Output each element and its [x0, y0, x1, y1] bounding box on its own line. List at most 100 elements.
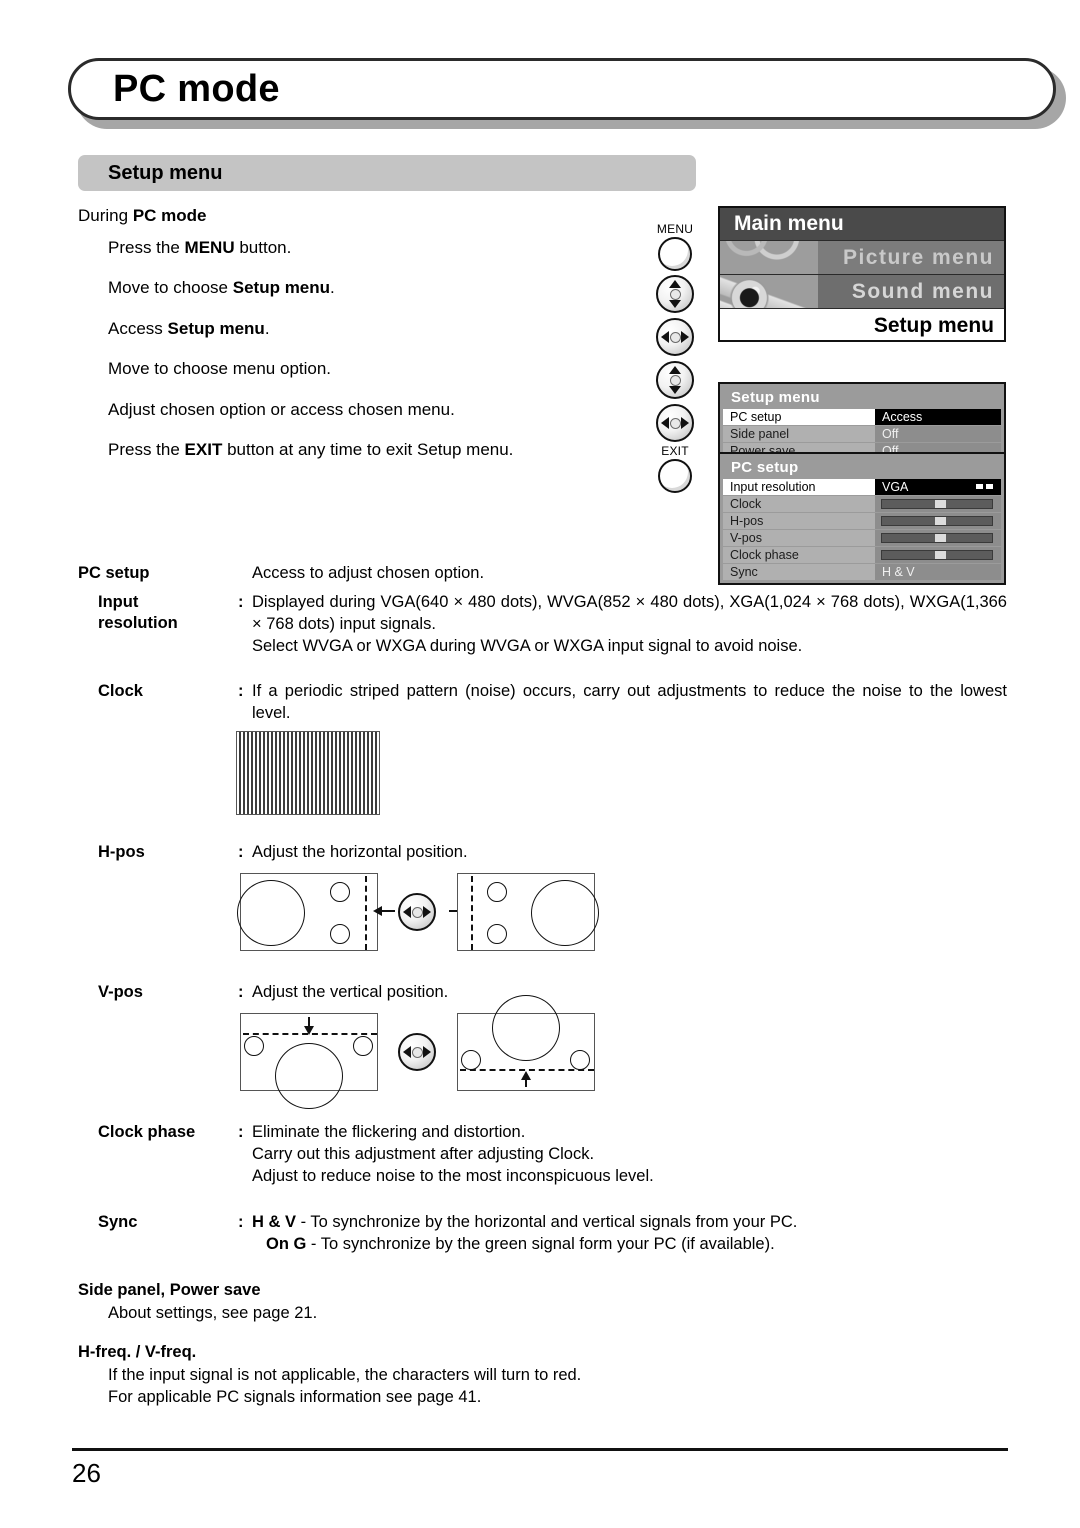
pc-setup-row-clock[interactable]: Clock — [723, 496, 1001, 512]
colon: : — [238, 1123, 244, 1141]
step-pre: Move to choose menu option. — [108, 359, 332, 379]
colon — [238, 563, 252, 585]
row-label: H-pos — [723, 513, 875, 529]
desc-line: Adjust to reduce noise to the most incon… — [252, 1166, 654, 1185]
intro-step-2: Move to choose Setup menu. — [108, 278, 648, 298]
slider-thumb[interactable] — [934, 534, 946, 542]
screen-after — [457, 873, 599, 951]
footer-divider — [72, 1448, 1008, 1451]
pc-setup-row-h-pos[interactable]: H-pos — [723, 513, 1001, 529]
description: Displayed during VGA(640 × 480 dots), WV… — [252, 592, 1007, 657]
screen-before — [237, 873, 378, 951]
description: Access to adjust chosen option. — [252, 563, 992, 585]
exit-button-caption: EXIT — [661, 444, 689, 458]
term: V-pos — [98, 983, 143, 1001]
definition-h-pos: H-pos : Adjust the horizontal position. — [98, 842, 1018, 864]
arrow-left-icon — [373, 906, 382, 916]
up-down-arrows-icon — [656, 275, 694, 313]
definition-input-resolution: Input resolution : Displayed during VGA(… — [98, 592, 1018, 657]
remote-leftright-button-1[interactable] — [646, 318, 704, 356]
triangle-right-icon — [681, 417, 689, 429]
h-pos-slider[interactable] — [881, 516, 993, 526]
main-menu-item-sound[interactable]: Sound menu — [720, 275, 1004, 308]
definition-side-panel: Side panel, Power save About settings, s… — [78, 1281, 1008, 1323]
step-post: . — [330, 278, 335, 298]
desc-line: If a periodic striped pattern (noise) oc… — [252, 682, 1007, 722]
step-pre: Press the — [108, 238, 185, 257]
triangle-left-icon — [661, 331, 669, 343]
slider-thumb[interactable] — [934, 500, 946, 508]
pc-setup-row-clock-phase[interactable]: Clock phase — [723, 547, 1001, 563]
term: Clock — [98, 682, 143, 700]
big-circle — [237, 880, 305, 946]
row-value — [875, 530, 1001, 546]
description: Eliminate the flickering and distortion.… — [252, 1122, 1007, 1187]
menu-separator — [720, 240, 1004, 241]
step-bold: EXIT — [184, 439, 223, 459]
colon: : — [238, 593, 244, 611]
desc-line-ong: On G - To synchronize by the green signa… — [252, 1234, 1007, 1256]
button-hub-icon — [669, 417, 681, 429]
row-value — [875, 547, 1001, 563]
intro-block: During PC mode Press the MENU button. Mo… — [78, 206, 648, 460]
step-pre: Press the — [108, 439, 185, 459]
small-circle-right — [353, 1036, 373, 1056]
clock-slider[interactable] — [881, 499, 993, 509]
round-button-icon — [658, 459, 692, 493]
pc-setup-row-v-pos[interactable]: V-pos — [723, 530, 1001, 546]
main-menu-title: Main menu — [720, 208, 1004, 240]
small-circle-bottom — [330, 924, 350, 944]
main-menu-item-picture[interactable]: Picture menu — [720, 241, 1004, 274]
triangle-left-icon — [403, 906, 411, 918]
row-label: Input resolution — [723, 479, 875, 495]
menu-separator — [720, 308, 1004, 309]
main-menu-item-setup[interactable]: Setup menu — [720, 309, 1004, 340]
setup-row-side-panel[interactable]: Side panel Off — [723, 426, 1001, 442]
row-value: Access — [875, 409, 1001, 425]
desc-line: Adjust the horizontal position. — [252, 843, 468, 861]
clock-phase-slider[interactable] — [881, 550, 993, 560]
step-post: button at any time to exit Setup menu. — [222, 439, 514, 459]
slider-thumb[interactable] — [934, 551, 946, 559]
remote-menu-button[interactable]: MENU — [646, 222, 704, 271]
row-value — [875, 513, 1001, 529]
row-label: V-pos — [723, 530, 875, 546]
row-label: Side panel — [723, 426, 875, 442]
arrow-up-icon — [521, 1071, 531, 1080]
osd-main-menu: Main menu Picture menu Sound menu Setup … — [718, 206, 1006, 342]
left-right-arrows-icon — [656, 318, 694, 356]
desc-line: About settings, see page 21. — [108, 1304, 318, 1322]
remote-exit-button[interactable]: EXIT — [646, 444, 704, 493]
intro-step-3: Access Setup menu. — [108, 319, 648, 339]
row-value: VGA — [875, 479, 1001, 495]
remote-updown-button-1[interactable] — [646, 275, 704, 313]
desc-line: Select WVGA or WXGA during WVGA or WXGA … — [252, 636, 803, 655]
button-hub-icon — [411, 1046, 423, 1058]
big-circle — [492, 995, 560, 1061]
v-pos-slider[interactable] — [881, 533, 993, 543]
intro-step-1: Press the MENU button. — [108, 238, 648, 258]
triangle-right-icon — [423, 906, 431, 918]
small-circle-top — [330, 882, 350, 902]
setup-row-pc-setup[interactable]: PC setup Access — [723, 409, 1001, 425]
remote-updown-button-2[interactable] — [646, 361, 704, 399]
left-right-arrows-icon — [398, 1033, 436, 1071]
page-title: PC mode — [113, 68, 280, 110]
up-down-arrows-icon — [656, 361, 694, 399]
triangle-left-icon — [661, 417, 669, 429]
term-line-1: Input — [98, 593, 139, 611]
term: H-pos — [98, 843, 145, 861]
small-circle-right — [570, 1050, 590, 1070]
term: PC setup — [78, 564, 150, 582]
remote-leftright-button-2[interactable] — [646, 404, 704, 442]
button-hub-icon — [669, 331, 681, 343]
pc-setup-row-input-resolution[interactable]: Input resolution VGA — [723, 479, 1001, 495]
slider-thumb[interactable] — [934, 517, 946, 525]
term-line-2: resolution — [98, 614, 178, 633]
striped-pattern-figure — [236, 731, 380, 815]
definition-pc-setup: PC setup Access to adjust chosen option. — [78, 563, 1008, 585]
sync-hv-rest: - To synchronize by the horizontal and v… — [296, 1213, 798, 1231]
description: H & V - To synchronize by the horizontal… — [252, 1212, 1007, 1256]
small-circle-top — [487, 882, 507, 902]
screen-before — [240, 1013, 378, 1109]
